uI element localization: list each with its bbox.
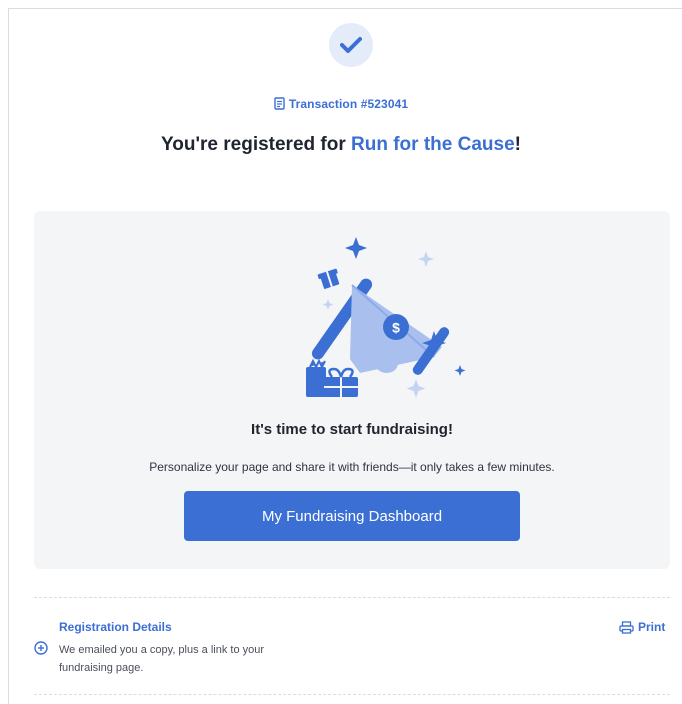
print-button[interactable]: Print [619, 620, 665, 634]
fundraising-dashboard-button[interactable]: My Fundraising Dashboard [184, 491, 520, 541]
print-label: Print [638, 620, 666, 634]
registration-details-description: We emailed you a copy, plus a link to yo… [59, 644, 265, 674]
transaction-label: Transaction #523041 [288, 97, 409, 111]
success-check-badge [329, 23, 373, 67]
fundraising-subtitle: Personalize your page and share it with … [149, 460, 555, 474]
sparkle-icon [322, 299, 334, 310]
transaction-number: Transaction #523041 [0, 97, 682, 111]
megaphone-illustration: $ [306, 237, 466, 398]
section-divider [34, 694, 670, 695]
sparkle-icon [454, 365, 466, 376]
checkmark-icon [340, 37, 362, 53]
receipt-icon [274, 97, 285, 110]
headline-suffix: ! [514, 134, 521, 155]
svg-text:$: $ [392, 320, 400, 336]
plus-circle-icon[interactable] [34, 641, 48, 655]
sparkle-icon [406, 379, 426, 398]
gift-boxes-icon [306, 358, 358, 397]
sparkle-icon [418, 251, 434, 267]
registration-details-toggle[interactable]: Registration Details [59, 620, 172, 634]
page-title: You're registered for Run for the Cause! [0, 134, 682, 156]
printer-icon [619, 620, 634, 634]
fundraising-heading: It's time to start fundraising! [251, 421, 453, 438]
sparkle-icon [345, 237, 367, 259]
event-name: Run for the Cause [351, 134, 515, 155]
gift-icon [317, 268, 340, 289]
headline-prefix: You're registered for [161, 134, 352, 155]
fundraising-card: $ It's time to start fundraising! Person… [34, 211, 670, 569]
section-divider [34, 597, 670, 598]
